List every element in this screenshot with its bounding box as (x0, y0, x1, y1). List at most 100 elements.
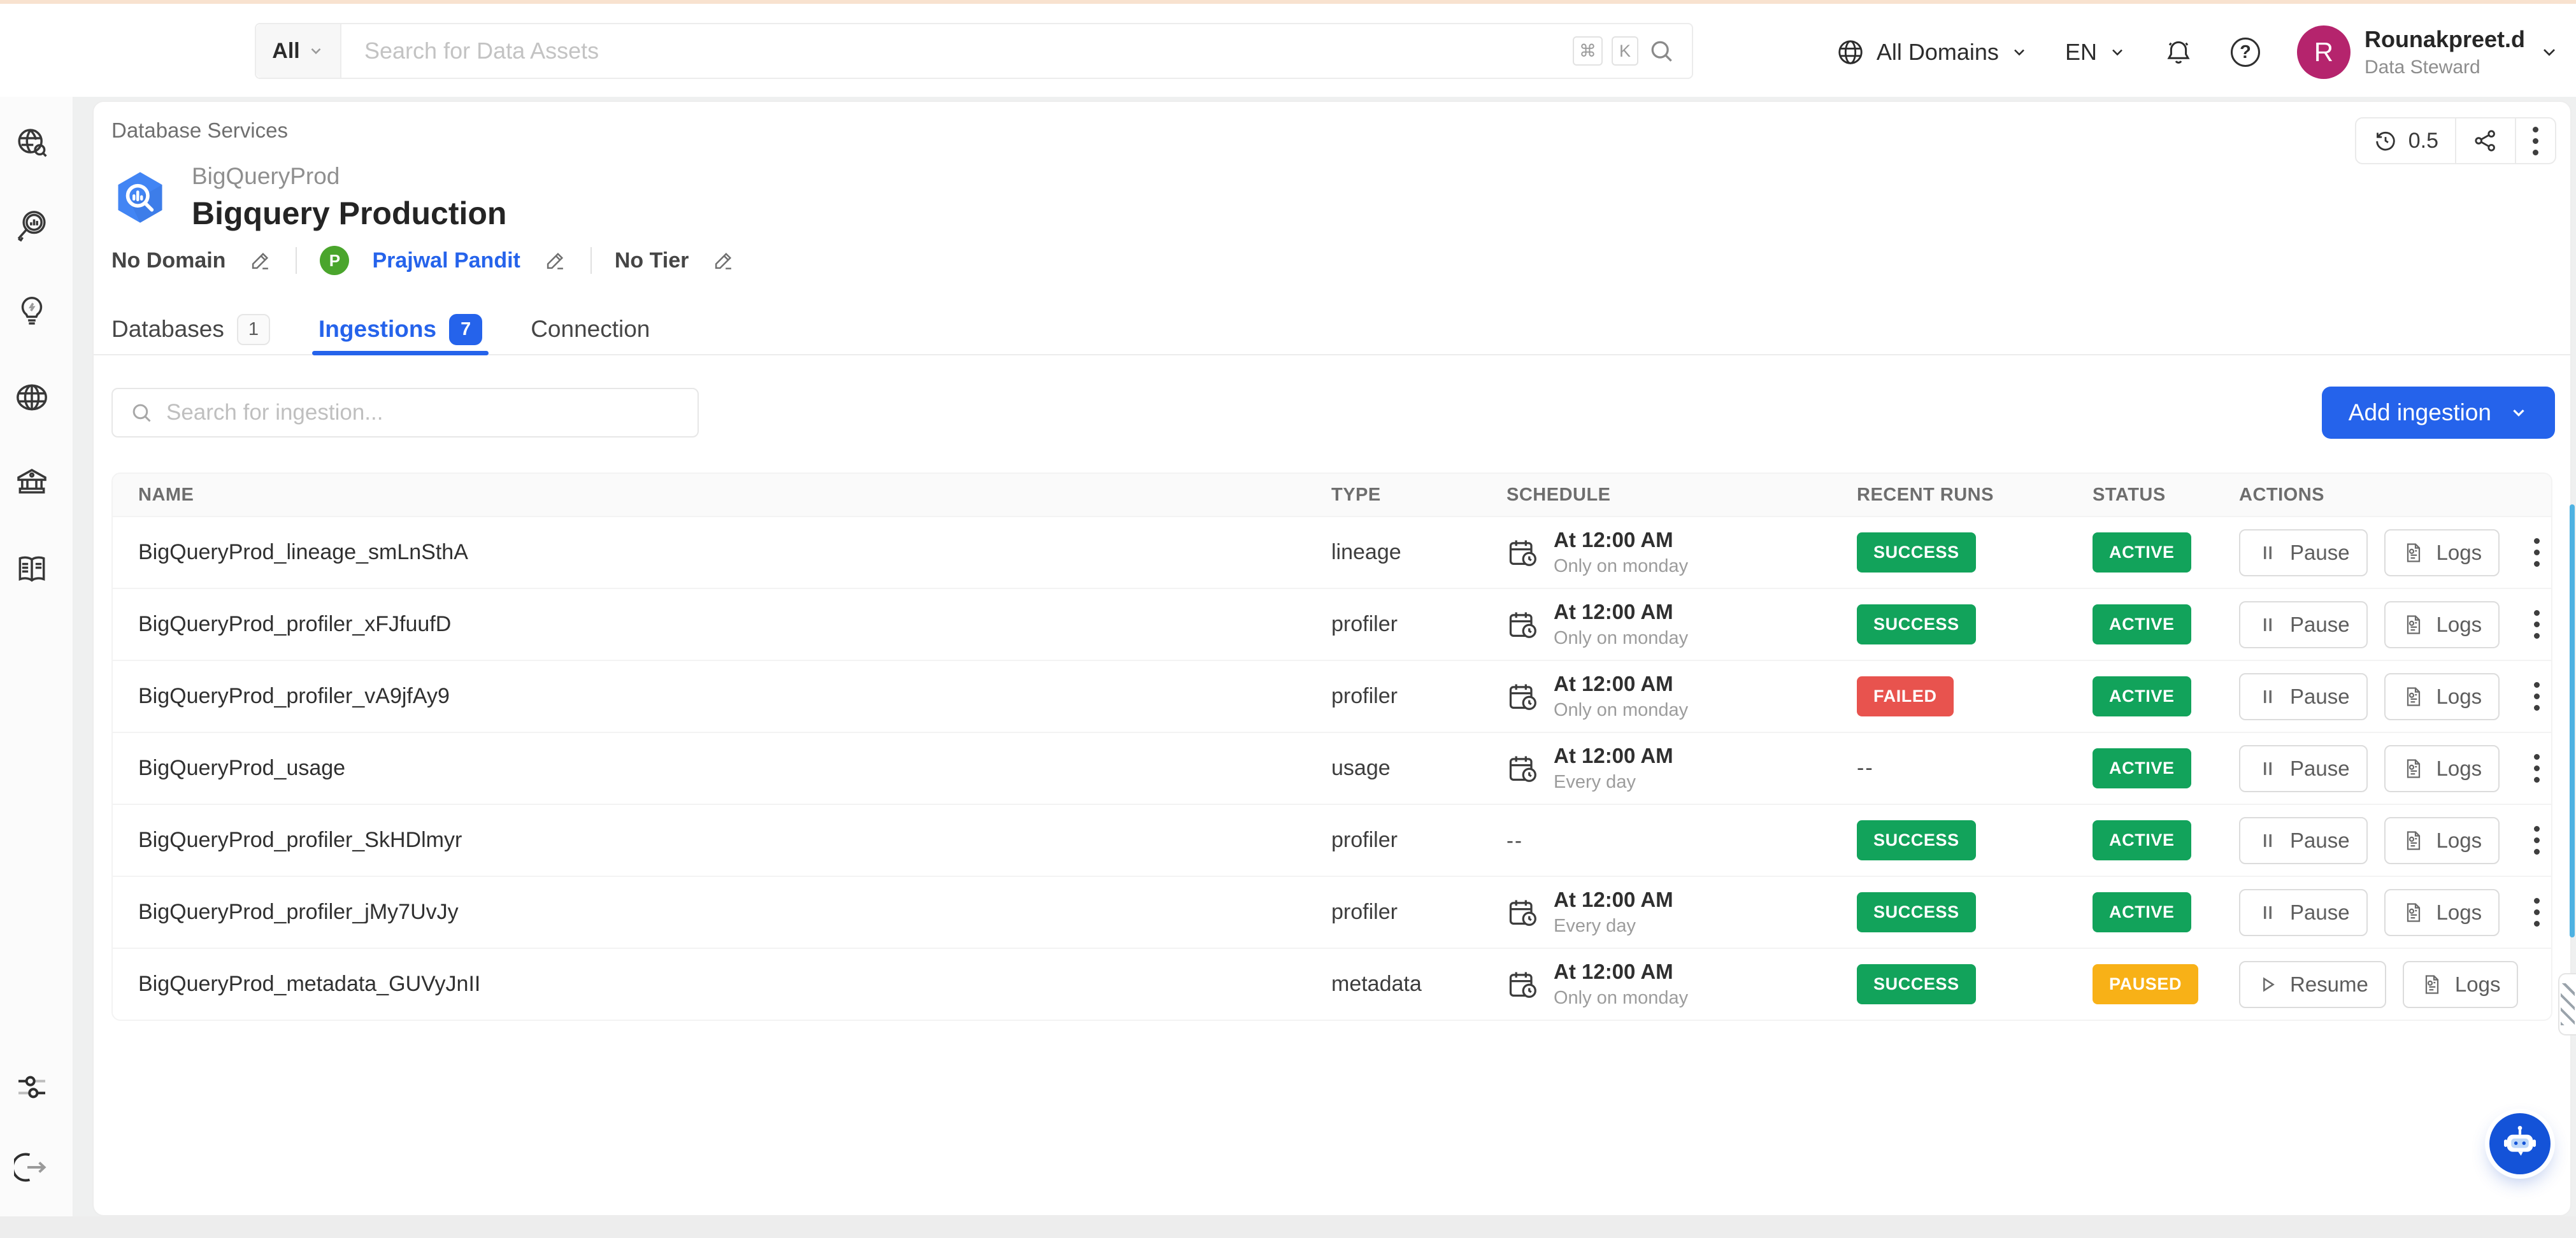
ingestion-name[interactable]: BigQueryProd_profiler_xFJfuufD (113, 612, 1306, 637)
ingestion-name[interactable]: BigQueryProd_profiler_jMy7UvJy (113, 900, 1306, 925)
schedule-frequency: Only on monday (1554, 556, 1688, 577)
primary-action-button[interactable]: Pause (2239, 529, 2368, 576)
logs-label: Logs (2436, 541, 2482, 565)
primary-action-button[interactable]: Pause (2239, 601, 2368, 648)
primary-action-button[interactable]: Pause (2239, 889, 2368, 936)
logs-button[interactable]: Logs (2384, 817, 2500, 864)
row-more-menu[interactable] (2526, 818, 2547, 862)
schedule-time: At 12:00 AM (1554, 888, 1673, 912)
ingestion-type: lineage (1306, 540, 1481, 565)
logs-button[interactable]: Logs (2384, 529, 2500, 576)
settings-preferences-icon[interactable] (14, 1069, 50, 1105)
insights-bulb-icon[interactable] (14, 293, 50, 329)
recent-run-badge[interactable]: SUCCESS (1857, 604, 1976, 644)
govern-bank-icon[interactable] (14, 465, 50, 501)
tab-ingestions[interactable]: Ingestions 7 (318, 304, 482, 354)
domain-selector-label: All Domains (1877, 39, 1999, 66)
status-badge: ACTIVE (2093, 604, 2191, 644)
recent-run-badge[interactable]: FAILED (1857, 676, 1954, 716)
schedule-frequency: Only on monday (1554, 988, 1688, 1009)
row-more-menu[interactable] (2526, 530, 2547, 574)
logs-button[interactable]: Logs (2403, 961, 2519, 1008)
recent-run-badge[interactable]: SUCCESS (1857, 532, 1976, 573)
pause-icon (2257, 902, 2279, 923)
calendar-clock-icon (1506, 752, 1540, 785)
search-scope-dropdown[interactable]: All (256, 24, 341, 78)
edit-owner-icon[interactable] (543, 248, 568, 273)
card-more-menu-button[interactable] (2515, 118, 2555, 163)
recent-run-badge[interactable]: SUCCESS (1857, 892, 1976, 932)
logout-icon[interactable] (14, 1149, 50, 1185)
global-search-bar[interactable]: All Search for Data Assets ⌘ K (255, 23, 1693, 79)
row-more-menu[interactable] (2526, 674, 2547, 718)
primary-action-button[interactable]: Pause (2239, 817, 2368, 864)
add-ingestion-button[interactable]: Add ingestion (2322, 387, 2555, 439)
explore-search-icon[interactable] (14, 125, 50, 160)
data-observability-icon[interactable] (14, 208, 50, 244)
tab-connection[interactable]: Connection (531, 304, 650, 354)
schedule-frequency: Only on monday (1554, 700, 1688, 721)
card-action-group: 0.5 (2355, 117, 2556, 164)
logs-button[interactable]: Logs (2384, 745, 2500, 792)
chatbot-button[interactable] (2489, 1113, 2551, 1174)
logs-button[interactable]: Logs (2384, 889, 2500, 936)
logs-button[interactable]: Logs (2384, 673, 2500, 720)
domains-globe-icon[interactable] (14, 380, 50, 415)
table-row: BigQueryProd_profiler_vA9jfAy9 profiler … (113, 660, 2551, 732)
help-icon[interactable]: ? (2231, 38, 2260, 67)
table-header-row: NAME TYPE SCHEDULE RECENT RUNS STATUS AC… (113, 474, 2551, 516)
tier-label: No Tier (615, 248, 689, 273)
user-menu[interactable]: R Rounakpreet.d Data Steward (2297, 25, 2559, 79)
share-icon (2473, 128, 2498, 153)
shortcut-key-cmd: ⌘ (1573, 36, 1603, 66)
logs-document-icon (2402, 829, 2425, 852)
table-row: BigQueryProd_profiler_jMy7UvJy profiler … (113, 876, 2551, 948)
edit-tier-icon[interactable] (712, 248, 736, 273)
row-more-menu[interactable] (2526, 890, 2547, 934)
user-role: Data Steward (2365, 57, 2525, 78)
calendar-clock-icon (1506, 896, 1540, 929)
user-avatar: R (2297, 25, 2351, 79)
ingestion-type: profiler (1306, 684, 1481, 709)
version-button[interactable]: 0.5 (2356, 118, 2455, 163)
robot-icon (2499, 1123, 2541, 1165)
recent-run-badge[interactable]: -- (1857, 756, 1874, 781)
schedule-cell: At 12:00 AM Only on monday (1506, 672, 1831, 721)
row-more-menu[interactable] (2526, 602, 2547, 646)
domain-selector[interactable]: All Domains (1836, 38, 2028, 67)
recent-run-badge[interactable]: SUCCESS (1857, 964, 1976, 1004)
ingestion-name[interactable]: BigQueryProd_metadata_GUVyJnII (113, 972, 1306, 997)
ingestion-name[interactable]: BigQueryProd_profiler_SkHDlmyr (113, 828, 1306, 853)
ingestion-search-input[interactable]: Search for ingestion... (111, 388, 699, 438)
edit-domain-icon[interactable] (248, 248, 273, 273)
recent-run-badge[interactable]: SUCCESS (1857, 820, 1976, 860)
divider (590, 247, 592, 274)
notifications-bell-icon[interactable] (2163, 37, 2194, 68)
chevron-down-icon (2010, 43, 2028, 61)
column-header-status: STATUS (2067, 485, 2214, 506)
primary-action-button[interactable]: Resume (2239, 961, 2386, 1008)
domain-label: No Domain (111, 248, 225, 273)
tab-databases[interactable]: Databases 1 (111, 304, 270, 354)
row-more-menu[interactable] (2545, 962, 2552, 1006)
knowledge-center-icon[interactable] (14, 552, 50, 588)
schedule-time: At 12:00 AM (1554, 528, 1688, 552)
search-icon[interactable] (1647, 37, 1675, 65)
row-more-menu[interactable] (2526, 746, 2547, 790)
global-search-input[interactable]: Search for Data Assets (341, 38, 1573, 64)
ingestion-name[interactable]: BigQueryProd_usage (113, 756, 1306, 781)
ingestion-name[interactable]: BigQueryProd_lineage_smLnSthA (113, 540, 1306, 565)
edge-handle[interactable] (2558, 973, 2576, 1035)
owner-link[interactable]: Prajwal Pandit (372, 248, 520, 273)
sidebar (0, 4, 74, 1216)
calendar-clock-icon (1506, 608, 1540, 641)
primary-action-button[interactable]: Pause (2239, 673, 2368, 720)
scrollbar-thumb[interactable] (2570, 504, 2575, 937)
logs-button[interactable]: Logs (2384, 601, 2500, 648)
ingestion-name[interactable]: BigQueryProd_profiler_vA9jfAy9 (113, 684, 1306, 709)
service-name: BigQueryProd (192, 163, 506, 190)
language-selector[interactable]: EN (2065, 39, 2126, 66)
breadcrumb[interactable]: Database Services (111, 118, 288, 143)
primary-action-button[interactable]: Pause (2239, 745, 2368, 792)
share-button[interactable] (2455, 118, 2515, 163)
